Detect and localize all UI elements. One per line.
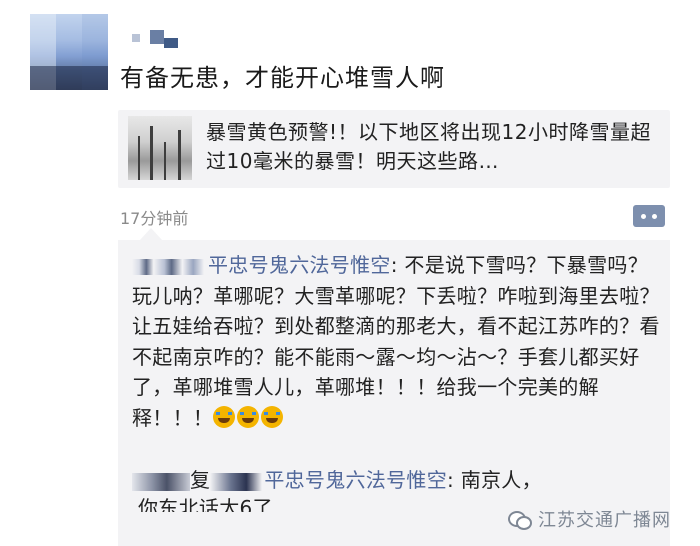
reply-word: 复 [190,468,211,492]
link-thumbnail [128,116,192,180]
blurred-reply-target [210,472,263,491]
wechat-icon [508,509,532,530]
watermark-text: 江苏交通广播网 [538,510,671,531]
reply-item[interactable]: 复 平忠号鬼六法号惟空: 南京人， 你东北话太6了 [132,466,662,512]
post-time: 17分钟前 [120,209,189,228]
comment-like-menu-button[interactable] [633,205,665,227]
author-name-blurred[interactable] [132,28,182,50]
blurred-avatar-prefix [132,258,204,275]
watermark: 江苏交通广播网 [508,506,671,532]
cry-laugh-icon [261,405,284,428]
reply-text-line2: 你东北话太6了 [138,496,273,512]
cry-laugh-icon [237,405,260,428]
comment-text: : 不是说下雪吗？下暴雪吗？玩儿呐？革哪呢？大雪革哪呢？下丢啦？咋啦到海里去啦？… [132,253,660,430]
shared-link-title: 暴雪黄色预警!！以下地区将出现12小时降雪量超过10毫米的暴雪！明天这些路… [206,120,651,173]
reply-text: : 南京人， [447,468,542,492]
comment-author[interactable]: 平忠号鬼六法号惟空 [208,253,391,277]
post-text: 有备无患，才能开心堆雪人啊 [120,64,445,92]
cry-laugh-icon [213,405,236,428]
avatar[interactable] [30,14,108,90]
comments-panel: 平忠号鬼六法号惟空: 不是说下雪吗？下暴雪吗？玩儿呐？革哪呢？大雪革哪呢？下丢啦… [118,228,670,546]
reply-target-author[interactable]: 平忠号鬼六法号惟空 [264,468,447,492]
blurred-replier-name [132,472,190,491]
comment-item[interactable]: 平忠号鬼六法号惟空: 不是说下雪吗？下暴雪吗？玩儿呐？革哪呢？大雪革哪呢？下丢啦… [132,250,662,433]
shared-link-card[interactable]: 暴雪黄色预警!！以下地区将出现12小时降雪量超过10毫米的暴雪！明天这些路… [118,110,670,188]
